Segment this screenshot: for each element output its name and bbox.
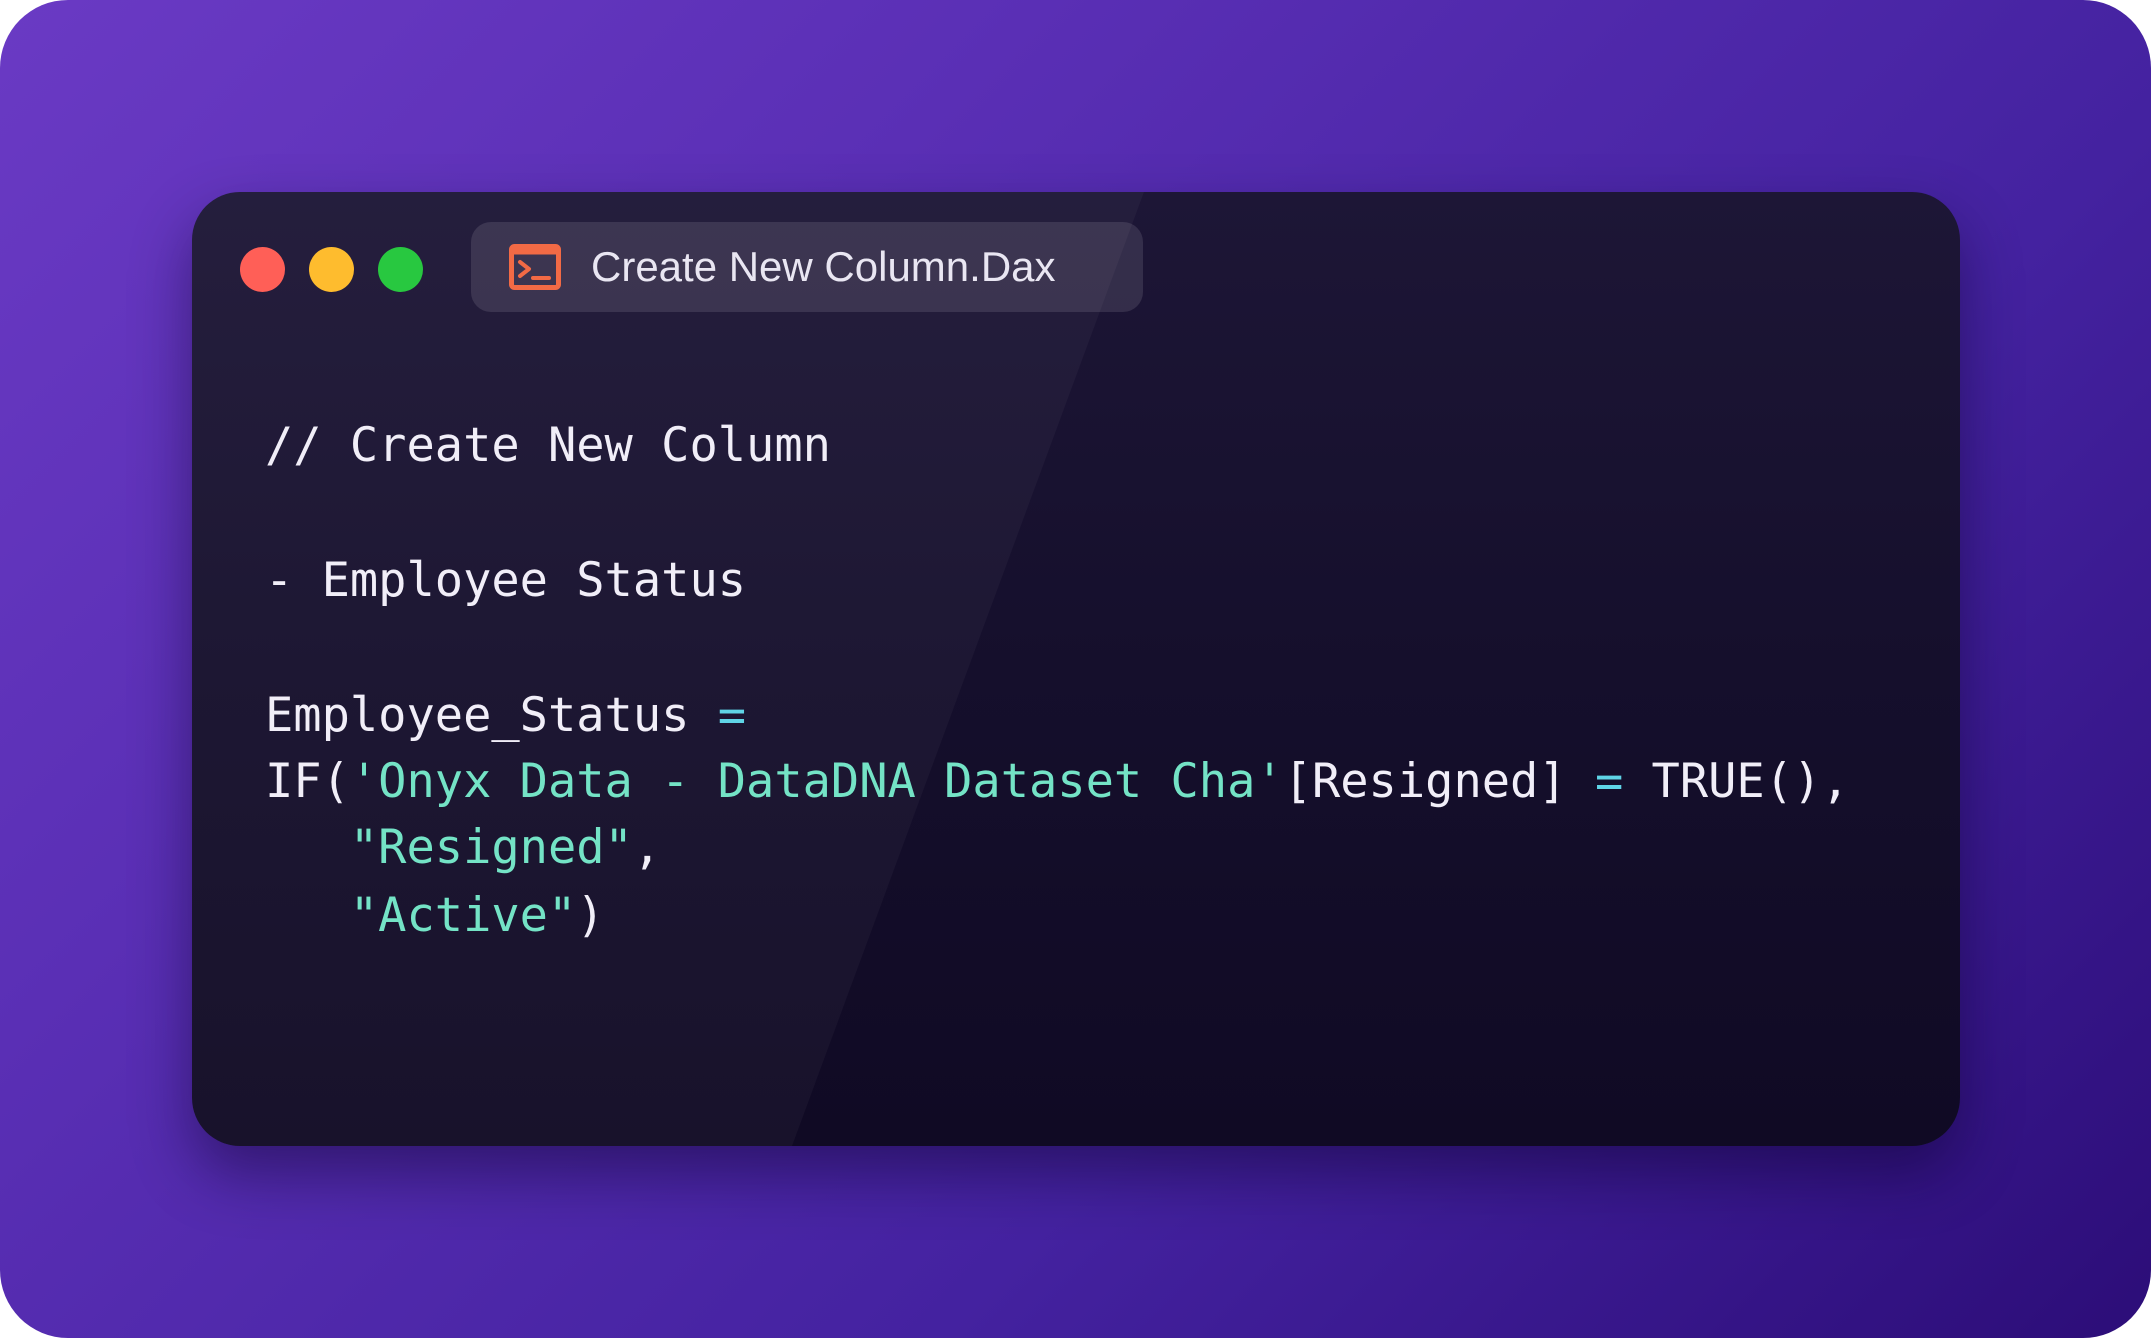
comment-text: // Create New Column (265, 418, 831, 473)
assign-name: Employee_Status (265, 688, 718, 743)
equals-operator: = (1594, 754, 1624, 809)
code-line-subtitle: - Employee Status (265, 551, 746, 611)
comma: , (632, 820, 662, 875)
if-open: IF( (265, 754, 350, 809)
code-line-comment: // Create New Column (265, 416, 831, 476)
assign-operator: = (717, 688, 747, 743)
subtitle-text: - Employee Status (265, 553, 747, 608)
column-reference: [Resigned] (1283, 754, 1595, 809)
string-active: "Active" (349, 888, 577, 943)
table-reference: 'Onyx Data - DataDNA Dataset Cha' (349, 754, 1284, 809)
code-window: Create New Column.Dax // Create New Colu… (192, 192, 1960, 1146)
tab-title: Create New Column.Dax (591, 243, 1056, 290)
close-paren: ) (576, 888, 605, 943)
code-line-resigned: "Resigned", (265, 818, 661, 878)
code-line-if: IF('Onyx Data - DataDNA Dataset Cha'[Res… (265, 752, 1850, 812)
code-line-active: "Active") (265, 886, 605, 946)
code-line-assignment: Employee_Status = (265, 686, 746, 746)
code-block: // Create New Column - Employee Status E… (265, 192, 1850, 943)
background-frame: Create New Column.Dax // Create New Colu… (0, 0, 2151, 1338)
string-resigned: "Resigned" (349, 820, 633, 875)
window-glare (192, 192, 1960, 1146)
true-call: TRUE(), (1623, 754, 1850, 809)
file-tab[interactable]: Create New Column.Dax (471, 222, 1143, 312)
terminal-icon (509, 244, 561, 290)
